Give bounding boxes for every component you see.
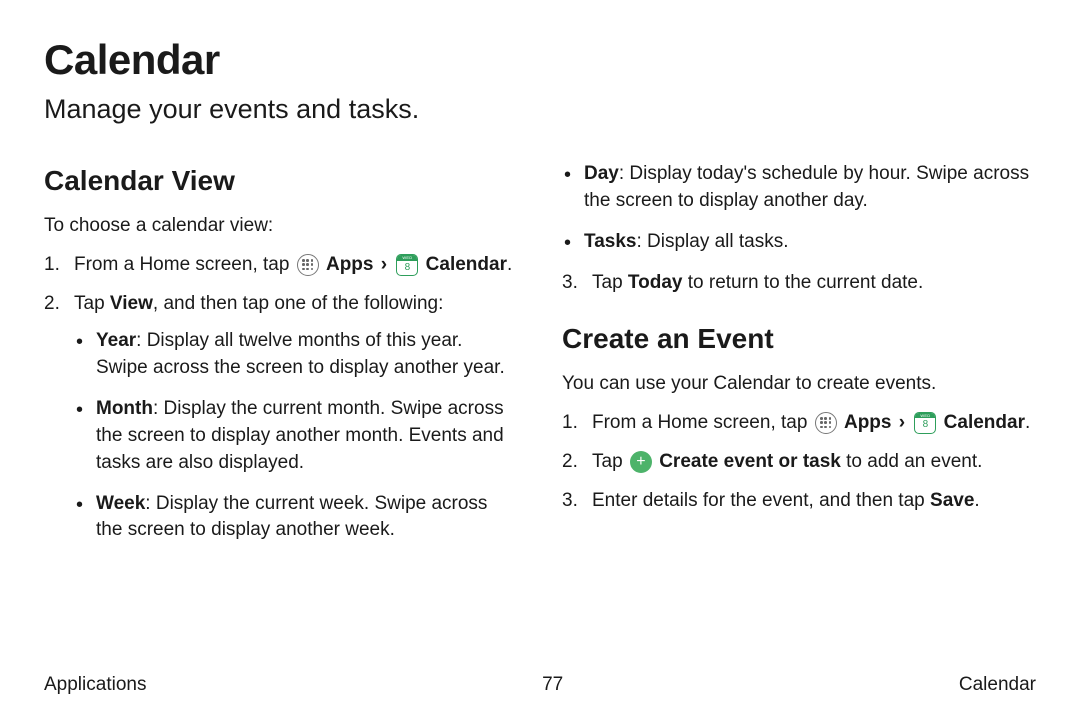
tasks-desc: : Display all tasks. (636, 231, 788, 252)
calendar-icon: WED 8 (914, 412, 936, 434)
day-desc: : Display today's schedule by hour. Swip… (584, 163, 1029, 211)
calendar-view-intro: To choose a calendar view: (44, 213, 518, 240)
year-desc: : Display all twelve months of this year… (96, 330, 505, 378)
step-text: From a Home screen, tap (592, 412, 813, 433)
create-event-step-3: Enter details for the event, and then ta… (562, 488, 1036, 515)
calendar-icon: WED 8 (396, 254, 418, 276)
calendar-day-number: 8 (397, 261, 417, 275)
apps-label: Apps (844, 412, 892, 433)
view-label: View (110, 293, 153, 314)
calendar-label: Calendar (426, 254, 507, 275)
step-text-post: to return to the current date. (682, 272, 923, 293)
create-event-step-1: From a Home screen, tap Apps › WED 8 Cal… (562, 410, 1036, 437)
section-heading-calendar-view: Calendar View (44, 161, 518, 201)
page-footer: Applications 77 Calendar (44, 666, 1036, 696)
footer-right: Calendar (959, 674, 1036, 696)
plus-icon: + (630, 451, 652, 473)
view-options-list-cont: Day: Display today's schedule by hour. S… (562, 161, 1036, 256)
calendar-view-step-1: From a Home screen, tap Apps › WED 8 Cal… (44, 252, 518, 279)
save-label: Save (930, 490, 974, 511)
step-text: From a Home screen, tap (74, 254, 295, 275)
view-option-day: Day: Display today's schedule by hour. S… (562, 161, 1036, 215)
section-heading-create-event: Create an Event (562, 319, 1036, 359)
month-label: Month (96, 398, 153, 419)
calendar-view-step-3: Tap Today to return to the current date. (562, 270, 1036, 297)
footer-page-number: 77 (542, 674, 563, 696)
tasks-label: Tasks (584, 231, 636, 252)
year-label: Year (96, 330, 136, 351)
month-desc: : Display the current month. Swipe acros… (96, 398, 504, 473)
week-label: Week (96, 493, 145, 514)
step-text: Enter details for the event, and then ta… (592, 490, 930, 511)
apps-icon (297, 254, 319, 276)
step-text-post: . (974, 490, 979, 511)
today-label: Today (628, 272, 683, 293)
step-text: Tap (592, 272, 628, 293)
calendar-view-step-2: Tap View, and then tap one of the follow… (44, 291, 518, 545)
calendar-label: Calendar (944, 412, 1025, 433)
create-event-intro: You can use your Calendar to create even… (562, 371, 1036, 398)
right-column: Day: Display today's schedule by hour. S… (562, 161, 1036, 666)
footer-left: Applications (44, 674, 146, 696)
week-desc: : Display the current week. Swipe across… (96, 493, 487, 541)
step-text-post: to add an event. (841, 451, 983, 472)
create-event-label: Create event or task (659, 451, 841, 472)
create-event-steps: From a Home screen, tap Apps › WED 8 Cal… (562, 410, 1036, 515)
calendar-view-step-3-wrap: Tap Today to return to the current date. (562, 270, 1036, 297)
view-option-month: Month: Display the current month. Swipe … (74, 396, 518, 477)
calendar-day-number: 8 (915, 418, 935, 432)
view-option-tasks: Tasks: Display all tasks. (562, 229, 1036, 256)
page-subtitle: Manage your events and tasks. (44, 94, 1036, 125)
view-option-week: Week: Display the current week. Swipe ac… (74, 491, 518, 545)
view-options-list: Year: Display all twelve months of this … (74, 328, 518, 545)
apps-label: Apps (326, 254, 374, 275)
page-title: Calendar (44, 36, 1036, 84)
create-event-step-2: Tap + Create event or task to add an eve… (562, 449, 1036, 476)
view-option-year: Year: Display all twelve months of this … (74, 328, 518, 382)
content-columns: Calendar View To choose a calendar view:… (44, 161, 1036, 666)
step-text: Tap (74, 293, 110, 314)
chevron-right-icon: › (381, 252, 387, 279)
day-label: Day (584, 163, 619, 184)
step-text: Tap (592, 451, 628, 472)
step-text-post: , and then tap one of the following: (153, 293, 444, 314)
apps-icon (815, 412, 837, 434)
chevron-right-icon: › (899, 410, 905, 437)
calendar-view-steps: From a Home screen, tap Apps › WED 8 Cal… (44, 252, 518, 545)
left-column: Calendar View To choose a calendar view:… (44, 161, 518, 666)
